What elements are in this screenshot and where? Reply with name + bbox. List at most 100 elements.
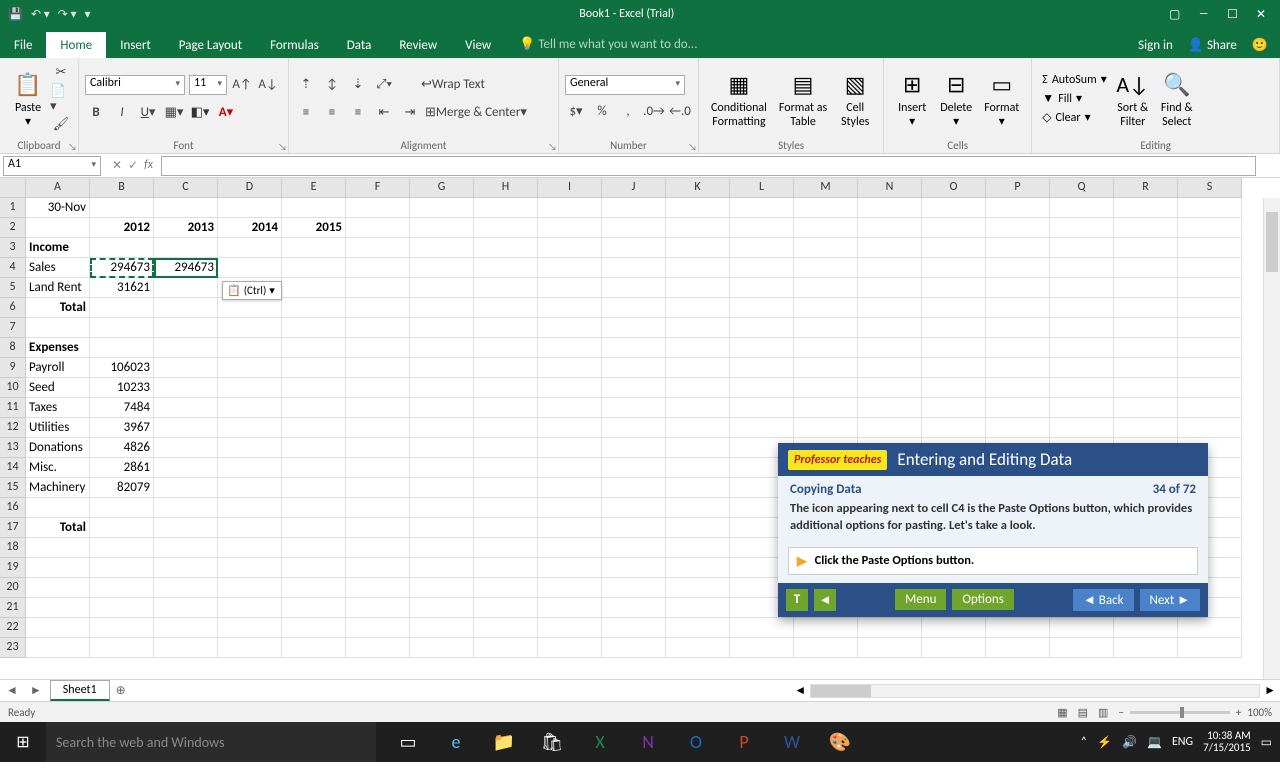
cell[interactable]: [1050, 338, 1114, 358]
sheet-nav-prev-icon[interactable]: ◄: [0, 683, 24, 698]
cell[interactable]: [602, 298, 666, 318]
cell[interactable]: [218, 498, 282, 518]
cell[interactable]: [282, 338, 346, 358]
cell[interactable]: Seed: [26, 378, 90, 398]
clipboard-launcher-icon[interactable]: ↘: [68, 140, 77, 153]
decrease-indent-icon[interactable]: ⇤: [373, 102, 395, 124]
cell[interactable]: [602, 458, 666, 478]
percent-icon[interactable]: %: [591, 101, 613, 123]
column-header[interactable]: O: [922, 178, 986, 198]
cell[interactable]: [1050, 238, 1114, 258]
cell[interactable]: [538, 478, 602, 498]
cell[interactable]: [538, 578, 602, 598]
cell[interactable]: [1178, 278, 1242, 298]
column-header[interactable]: N: [858, 178, 922, 198]
cell[interactable]: [474, 518, 538, 538]
cell[interactable]: [602, 478, 666, 498]
tray-notifications-icon[interactable]: ▭: [1261, 735, 1272, 750]
cell[interactable]: [154, 238, 218, 258]
cell[interactable]: 7484: [90, 398, 154, 418]
cell[interactable]: [26, 218, 90, 238]
cell[interactable]: [346, 198, 410, 218]
cell[interactable]: [730, 238, 794, 258]
cell[interactable]: [922, 218, 986, 238]
minimize-icon[interactable]: ―: [1198, 7, 1209, 22]
cell[interactable]: [922, 238, 986, 258]
tab-page-layout[interactable]: Page Layout: [165, 32, 256, 58]
cell[interactable]: [794, 418, 858, 438]
cell[interactable]: [1114, 418, 1178, 438]
cell[interactable]: [154, 318, 218, 338]
cell[interactable]: [602, 578, 666, 598]
cell[interactable]: [858, 638, 922, 658]
cell[interactable]: Land Rent: [26, 278, 90, 298]
cell[interactable]: Expenses: [26, 338, 90, 358]
sign-in-link[interactable]: Sign in: [1138, 38, 1173, 53]
cell[interactable]: [474, 218, 538, 238]
cell[interactable]: [538, 498, 602, 518]
name-box[interactable]: A1: [3, 156, 101, 176]
cell[interactable]: [410, 518, 474, 538]
cell[interactable]: [666, 218, 730, 238]
cell[interactable]: [986, 298, 1050, 318]
horizontal-scrollbar[interactable]: [810, 684, 1260, 698]
cell[interactable]: [282, 258, 346, 278]
tutorial-options-button[interactable]: Options: [952, 589, 1013, 610]
cell[interactable]: [346, 498, 410, 518]
cell[interactable]: [346, 578, 410, 598]
cell[interactable]: [410, 238, 474, 258]
cell[interactable]: [602, 498, 666, 518]
tutorial-back-button[interactable]: ◄ Back: [1073, 589, 1134, 611]
row-header[interactable]: 17: [0, 518, 26, 538]
cell[interactable]: [858, 618, 922, 638]
cell[interactable]: [794, 198, 858, 218]
cell[interactable]: [346, 218, 410, 238]
column-header[interactable]: G: [410, 178, 474, 198]
cell[interactable]: Taxes: [26, 398, 90, 418]
cell[interactable]: [410, 218, 474, 238]
cell[interactable]: [474, 378, 538, 398]
cell[interactable]: [986, 238, 1050, 258]
cell[interactable]: [1050, 218, 1114, 238]
cell[interactable]: [26, 498, 90, 518]
cell[interactable]: [282, 458, 346, 478]
undo-icon[interactable]: ↶ ▾: [31, 7, 50, 22]
column-header[interactable]: K: [666, 178, 730, 198]
increase-indent-icon[interactable]: ⇥: [399, 102, 421, 124]
cell[interactable]: [1178, 298, 1242, 318]
cell[interactable]: [666, 298, 730, 318]
cell[interactable]: [90, 198, 154, 218]
cell[interactable]: [282, 278, 346, 298]
cell[interactable]: [154, 458, 218, 478]
cell[interactable]: [922, 278, 986, 298]
taskbar-clock[interactable]: 10:38 AM7/15/2015: [1203, 730, 1251, 754]
cell[interactable]: [986, 198, 1050, 218]
cell[interactable]: [794, 358, 858, 378]
font-color-button[interactable]: A▾: [215, 102, 237, 124]
cell[interactable]: 2861: [90, 458, 154, 478]
row-header[interactable]: 6: [0, 298, 26, 318]
cell[interactable]: [1178, 358, 1242, 378]
cell[interactable]: [282, 598, 346, 618]
save-icon[interactable]: 💾: [8, 7, 23, 22]
cell[interactable]: [282, 378, 346, 398]
cell[interactable]: 2015: [282, 218, 346, 238]
cell[interactable]: [346, 238, 410, 258]
cell[interactable]: [218, 398, 282, 418]
cell[interactable]: 30-Nov: [26, 198, 90, 218]
tutorial-toc-button[interactable]: T: [786, 589, 808, 611]
cell[interactable]: [26, 318, 90, 338]
cell[interactable]: [282, 438, 346, 458]
cell[interactable]: [154, 338, 218, 358]
cell[interactable]: [602, 418, 666, 438]
cell[interactable]: [730, 198, 794, 218]
cell[interactable]: [1114, 638, 1178, 658]
cell[interactable]: [666, 278, 730, 298]
cell[interactable]: [538, 398, 602, 418]
tab-insert[interactable]: Insert: [106, 32, 165, 58]
cell[interactable]: [474, 618, 538, 638]
column-header[interactable]: H: [474, 178, 538, 198]
taskbar-search[interactable]: Search the web and Windows: [46, 722, 376, 762]
cell[interactable]: [794, 218, 858, 238]
cell[interactable]: [922, 358, 986, 378]
